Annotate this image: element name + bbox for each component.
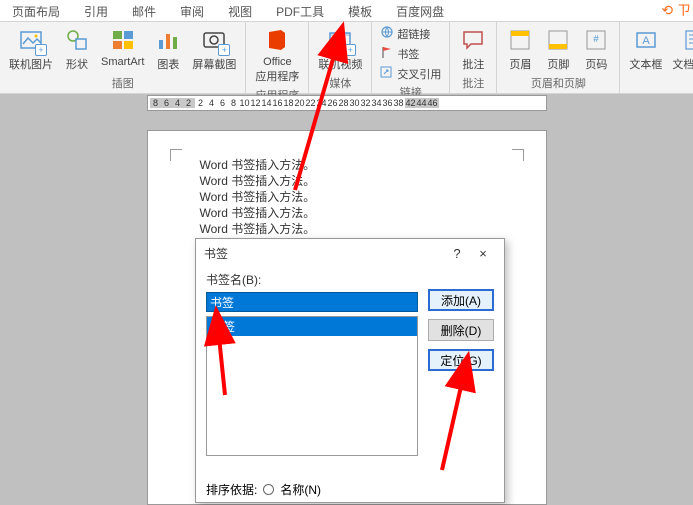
- office-icon: [263, 26, 291, 54]
- crossref-button[interactable]: 交叉引用: [376, 64, 445, 83]
- textbox-icon: A: [632, 26, 660, 54]
- shapes-button[interactable]: 形状: [58, 24, 96, 74]
- label: 批注: [462, 56, 484, 72]
- sublabel: 应用程序: [255, 68, 299, 84]
- label: 屏幕截图: [192, 56, 236, 72]
- delete-button[interactable]: 删除(D): [428, 319, 494, 341]
- dialog-help-button[interactable]: ?: [444, 246, 470, 261]
- tab-layout[interactable]: 页面布局: [0, 0, 72, 21]
- dialog-title-text: 书签: [204, 245, 228, 262]
- label: SmartArt: [101, 56, 144, 68]
- bookmark-flag-icon: [380, 45, 394, 62]
- group-label: 媒体: [329, 74, 351, 92]
- dialog-titlebar[interactable]: 书签 ? ×: [196, 239, 504, 267]
- doc-line: Word 书签插入方法。: [178, 157, 516, 173]
- svg-text:A: A: [642, 35, 650, 47]
- group-label: 插图: [112, 74, 134, 92]
- label: 文档部件: [672, 56, 693, 72]
- textbox-button[interactable]: A 文本框: [624, 24, 667, 74]
- online-pictures-button[interactable]: + 联机图片: [4, 24, 58, 74]
- bookmark-list[interactable]: 书签: [206, 316, 418, 456]
- bookmark-name-label: 书签名(B):: [206, 271, 418, 288]
- margin-corner-tl: [170, 149, 182, 161]
- horizontal-ruler: 8642 2468101214161820222426283032343638 …: [0, 94, 693, 112]
- radio-name-label: 名称(N): [280, 481, 321, 498]
- tab-references[interactable]: 引用: [72, 0, 120, 21]
- footer-icon: [544, 26, 572, 54]
- label: 文本框: [629, 56, 662, 72]
- ribbon-group-headerfooter: 页眉 页脚 # 页码 页眉和页脚: [497, 22, 620, 93]
- label: 页眉: [509, 56, 531, 72]
- add-button[interactable]: 添加(A): [428, 289, 494, 311]
- ribbon-group-text: A 文本框 文档部件 A 艺术字 A 首字 文本: [620, 22, 693, 93]
- label: 联机图片: [9, 56, 53, 72]
- chart-button[interactable]: 图表: [149, 24, 187, 74]
- tab-view[interactable]: 视图: [216, 0, 264, 21]
- doc-line: Word 书签插入方法。: [178, 205, 516, 221]
- footer-button[interactable]: 页脚: [539, 24, 577, 74]
- label: 超链接: [397, 26, 430, 42]
- chart-icon: [154, 26, 182, 54]
- label: 联机视频: [318, 56, 362, 72]
- doc-line: Word 书签插入方法。: [178, 173, 516, 189]
- bookmark-dialog: 书签 ? × 书签名(B): 书签 添加(A) 删除(D) 定位(G) 排序依据…: [195, 238, 505, 503]
- office-apps-button[interactable]: Office 应用程序: [250, 24, 304, 86]
- label: 页脚: [547, 56, 569, 72]
- label: 图表: [157, 56, 179, 72]
- hyperlink-button[interactable]: 超链接: [376, 24, 445, 43]
- svg-text:#: #: [594, 34, 600, 45]
- sort-label: 排序依据:: [206, 481, 257, 498]
- list-item[interactable]: 书签: [207, 317, 417, 336]
- group-label: 批注: [462, 74, 484, 92]
- ribbon-group-illustrations: + 联机图片 形状 SmartArt 图表 + 屏幕截图 插图: [0, 22, 246, 93]
- tab-baidu[interactable]: 百度网盘: [384, 0, 456, 21]
- radio-name[interactable]: [263, 484, 274, 495]
- ribbon-tabs: 页面布局 引用 邮件 审阅 视图 PDF工具 模板 百度网盘 ⟲ ㄗ: [0, 0, 693, 22]
- ribbon-group-apps: Office 应用程序 应用程序: [246, 22, 309, 93]
- ribbon: + 联机图片 形状 SmartArt 图表 + 屏幕截图 插图: [0, 22, 693, 94]
- label: 形状: [66, 56, 88, 72]
- label: Office: [263, 56, 292, 68]
- hyperlink-icon: [380, 25, 394, 42]
- pagenum-icon: #: [582, 26, 610, 54]
- dialog-footer: 排序依据: 名称(N): [196, 477, 504, 502]
- screenshot-icon: +: [200, 26, 228, 54]
- brand-icon: ⟲ ㄗ: [661, 0, 691, 20]
- goto-button[interactable]: 定位(G): [428, 349, 494, 371]
- label: 书签: [397, 46, 419, 62]
- label: 交叉引用: [397, 66, 441, 82]
- tab-templates[interactable]: 模板: [336, 0, 384, 21]
- shapes-icon: [63, 26, 91, 54]
- crossref-icon: [380, 65, 394, 82]
- tab-pdf[interactable]: PDF工具: [264, 0, 336, 21]
- comment-icon: [459, 26, 487, 54]
- ribbon-group-comments: 批注 批注: [450, 22, 497, 93]
- ribbon-group-media: + 联机视频 媒体: [309, 22, 372, 93]
- smartart-button[interactable]: SmartArt: [96, 24, 149, 70]
- tab-review[interactable]: 审阅: [168, 0, 216, 21]
- quickparts-icon: [680, 26, 693, 54]
- tab-mailings[interactable]: 邮件: [120, 0, 168, 21]
- bookmark-button[interactable]: 书签: [376, 44, 445, 63]
- screenshot-button[interactable]: + 屏幕截图: [187, 24, 241, 74]
- video-icon: +: [326, 26, 354, 54]
- doc-line: Word 书签插入方法。: [178, 189, 516, 205]
- dialog-close-button[interactable]: ×: [470, 246, 496, 261]
- online-pictures-icon: +: [17, 26, 45, 54]
- doc-line: Word 书签插入方法。: [178, 221, 516, 237]
- group-label: 页眉和页脚: [531, 74, 586, 92]
- comment-button[interactable]: 批注: [454, 24, 492, 74]
- online-video-button[interactable]: + 联机视频: [313, 24, 367, 74]
- header-button[interactable]: 页眉: [501, 24, 539, 74]
- pagenum-button[interactable]: # 页码: [577, 24, 615, 74]
- label: 页码: [585, 56, 607, 72]
- bookmark-name-input[interactable]: [206, 292, 418, 312]
- ribbon-group-links: 超链接 书签 交叉引用 链接: [372, 22, 450, 93]
- smartart-icon: [109, 26, 137, 54]
- header-icon: [506, 26, 534, 54]
- quickparts-button[interactable]: 文档部件: [667, 24, 693, 74]
- margin-corner-tr: [512, 149, 524, 161]
